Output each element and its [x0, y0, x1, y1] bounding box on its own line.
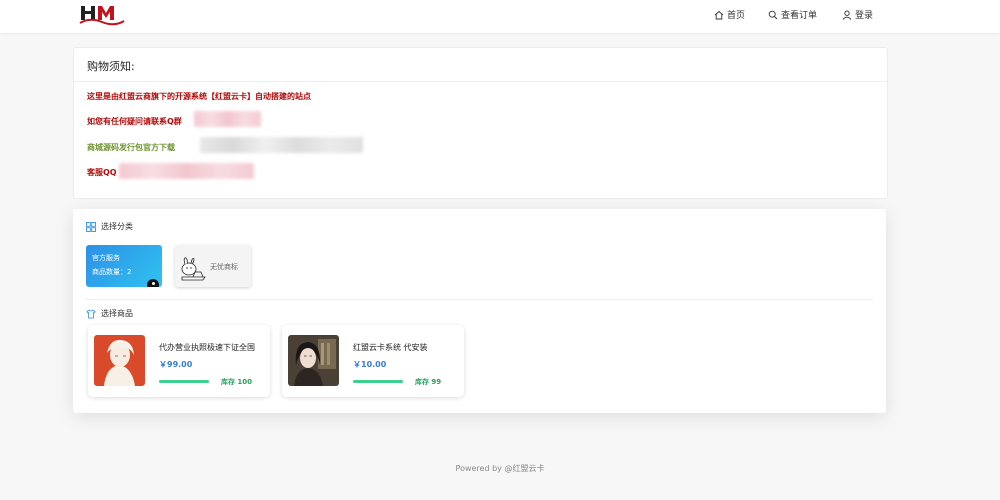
notice-line-download: 商城源码发行包官方下载 — [87, 143, 175, 152]
notice-line-qq-group: 如您有任何疑问请联系Q群 — [87, 117, 182, 126]
top-header: 首页 查看订单 登录 — [0, 0, 1000, 33]
category-official-service[interactable]: 官方服务 商品数量：2 — [86, 245, 162, 287]
product-thumbnail — [94, 335, 145, 386]
product-name: 红盟云卡系统 代安装 — [353, 343, 428, 352]
notice-line-site: 这里是由红盟云商旗下的开源系统【红盟云卡】自动搭建的站点 — [87, 92, 311, 101]
bunny-doodle-icon — [181, 257, 206, 281]
nav-home[interactable]: 首页 — [714, 8, 745, 21]
shopping-bag-icon — [86, 308, 96, 318]
product-heading-label: 选择商品 — [101, 309, 133, 318]
product-price: ￥10.00 — [353, 360, 387, 369]
section-divider — [85, 299, 873, 300]
nav-home-label: 首页 — [727, 11, 746, 21]
hm-logo[interactable] — [78, 2, 126, 28]
product-stock: 库存 99 — [415, 378, 442, 386]
nav-login-label: 登录 — [855, 11, 874, 21]
notice-title: 购物须知: — [87, 60, 135, 73]
stock-bar — [353, 380, 403, 383]
store-main-card: 选择分类 官方服务 商品数量：2 无忧商标 选择商品 代办营业执照极速下证全国 … — [73, 209, 886, 413]
product-stock: 库存 100 — [221, 378, 253, 386]
nav-login[interactable]: 登录 — [842, 8, 873, 21]
category-count: 商品数量：2 — [92, 268, 132, 276]
product-thumbnail — [288, 335, 339, 386]
product-name: 代办营业执照极速下证全国 — [159, 343, 255, 352]
grid-icon — [86, 221, 96, 232]
footer-powered-by[interactable]: Powered by @红盟云卡 — [0, 463, 1000, 474]
stock-bar — [159, 380, 209, 383]
category-heading-label: 选择分类 — [101, 222, 133, 231]
product-price: ￥99.00 — [159, 360, 193, 369]
moon-icon — [147, 279, 159, 287]
nav-view-orders[interactable]: 查看订单 — [768, 8, 817, 21]
nav-orders-label: 查看订单 — [781, 11, 818, 21]
redacted-service-qq — [119, 163, 254, 179]
notice-divider — [74, 81, 887, 82]
category-heading: 选择分类 — [86, 221, 133, 232]
redacted-qq-group — [194, 111, 261, 127]
category-name: 官方服务 — [92, 254, 120, 262]
product-card-business-license[interactable]: 代办营业执照极速下证全国 ￥99.00 库存 100 — [88, 325, 270, 397]
shopping-notice-card: 购物须知: 这里是由红盟云商旗下的开源系统【红盟云卡】自动搭建的站点 如您有任何… — [73, 47, 888, 199]
notice-line-service-qq: 客服QQ — [87, 168, 117, 177]
user-icon — [842, 10, 852, 20]
product-card-install-service[interactable]: 红盟云卡系统 代安装 ￥10.00 库存 99 — [282, 325, 464, 397]
category-trademark[interactable]: 无忧商标 — [175, 245, 251, 287]
category-name: 无忧商标 — [210, 263, 238, 271]
search-icon — [768, 10, 778, 19]
home-icon — [714, 10, 724, 19]
product-heading: 选择商品 — [86, 308, 133, 319]
redacted-download-link — [200, 137, 363, 153]
